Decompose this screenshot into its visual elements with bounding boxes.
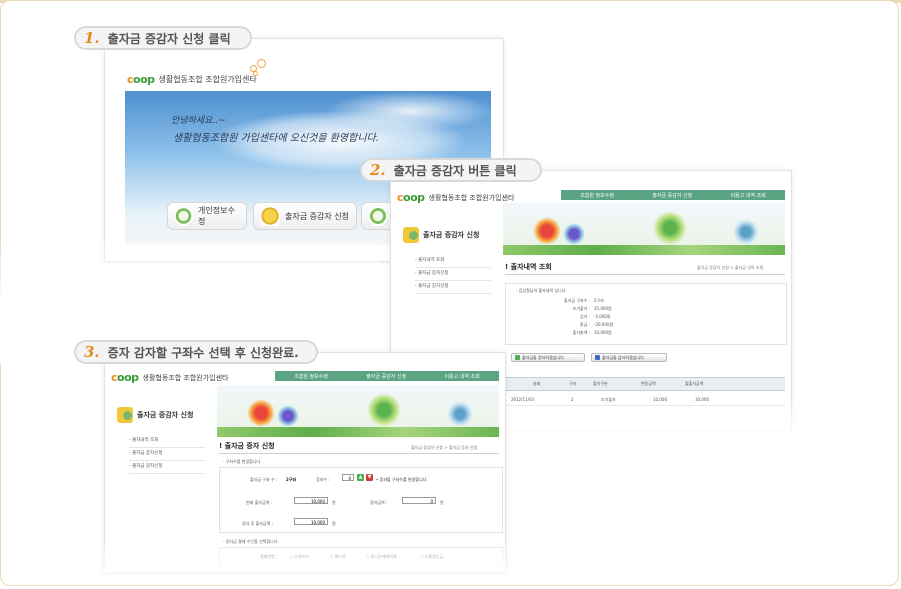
step-2-label: 2. 출자금 증감자 버튼 클릭	[360, 158, 542, 182]
section-accounts: - 구좌수를 변경합니다.	[223, 459, 262, 464]
org-name: 생활협동조합 조합원가입센타	[158, 75, 257, 84]
greeting-2: 생활협동조합원 가입센타에 오신것을 환영합니다.	[173, 133, 379, 144]
pay-option-card[interactable]: ○ 신용카드	[290, 554, 310, 560]
add-note: • 증좌할 구좌수를 변경합니다.	[376, 477, 428, 482]
history-table-header: 날짜 구좌 출자구분 변동금액 출출자금액	[505, 377, 785, 391]
side-menu-decrease[interactable]: - 출자금 감자신청	[415, 281, 491, 294]
nav-usage[interactable]: 이용고 내역 조회	[730, 192, 765, 199]
flower	[367, 393, 401, 427]
side-menu: - 출자내역 조회 - 출자금 증자신청 - 출자금 감자신청	[129, 435, 205, 474]
grass	[503, 245, 785, 255]
summary-list: 출자금 구좌수 :2구좌 조기출자 :35,000원 감자 : -5,000원 환…	[564, 298, 614, 335]
minus-icon	[595, 355, 600, 360]
flower	[247, 399, 275, 427]
summary-box: - 김상철님의 출자내역 입니다. 출자금 구좌수 :2구좌 조기출자 :35,…	[505, 283, 787, 345]
step-1-label: 1. 출자금 증감자 신청 클릭	[74, 26, 252, 50]
breadcrumb: 출자금 증감자 신청 > 출자금 내역 조회	[697, 265, 764, 270]
increase-capital-button[interactable]: 출자금을 증자하겠습니다	[511, 353, 585, 362]
side-menu: - 출자내역 조회 - 출자금 증자신청 - 출자금 감자신청	[415, 255, 491, 294]
pay-option-phone[interactable]: ○ 핸드폰	[330, 554, 346, 560]
coins-icon	[260, 206, 280, 226]
title-divider	[219, 453, 499, 454]
flower-banner	[217, 385, 499, 437]
title-divider	[505, 274, 785, 275]
top-nav: 조합원 정보수정 출자금 증감자 신청 이용고 내역 조회	[275, 371, 499, 381]
nav-capital[interactable]: 출자금 증감자 신청	[652, 192, 692, 199]
increase-amount-input: 0	[402, 497, 436, 504]
page-title: ! 출자금 증자 신청	[219, 442, 275, 450]
coop-logo: coop 생활협동조합 조합원가입센타	[397, 191, 514, 204]
coop-wordmark: coop	[397, 191, 425, 204]
section-payment: - 증자금 결제 수단을 선택합니다.	[223, 539, 279, 544]
pay-option-transfer[interactable]: ○ 실시간계좌이체	[366, 554, 397, 560]
flower-banner	[503, 203, 785, 255]
flower	[733, 219, 759, 245]
coop-wordmark: coop	[111, 371, 139, 384]
side-menu-increase[interactable]: - 출자금 증자신청	[415, 268, 491, 281]
org-name: 생활협동조합 조합원가입센타	[428, 193, 515, 202]
grass	[217, 427, 499, 437]
side-menu-history[interactable]: - 출자내역 조회	[129, 435, 205, 448]
coop-logo: coop 생활협동조합 조합원가입센타	[127, 73, 257, 86]
panel-step3-increase: coop 생활협동조합 조합원가입센타 조합원 정보수정 출자금 증감자 신청 …	[104, 352, 506, 572]
magnifier-icon	[368, 206, 388, 226]
flower	[533, 217, 561, 245]
nav-profile[interactable]: 조합원 정보수정	[580, 192, 614, 199]
coins-icon	[117, 407, 133, 423]
top-nav: 조합원 정보수정 출자금 증감자 신청 이용고 내역 조회	[561, 190, 785, 200]
org-name: 생활협동조합 조합원가입센타	[142, 373, 229, 382]
current-amount-input: 10,000	[294, 497, 328, 504]
nav-capital[interactable]: 출자금 증감자 신청	[366, 373, 406, 380]
payment-box: 결제방법 : ○ 신용카드 ○ 핸드폰 ○ 실시간계좌이체 ○ 무통장입금	[219, 547, 503, 567]
after-amount-input: 10,000	[294, 518, 328, 525]
side-header: 출자금 증감자 신청	[403, 227, 479, 243]
magnifier-icon	[174, 206, 194, 226]
flower	[447, 401, 473, 427]
decrement-button[interactable]: ▼	[366, 474, 373, 481]
increment-button[interactable]: ▲	[357, 474, 364, 481]
side-menu-decrease[interactable]: - 출자금 감자신청	[129, 461, 205, 474]
nav-usage[interactable]: 이용고 내역 조회	[444, 373, 479, 380]
flower	[653, 211, 687, 245]
coop-wordmark: coop	[127, 73, 155, 86]
cloud	[325, 91, 491, 131]
add-count-input[interactable]: 0	[342, 474, 354, 481]
decrease-capital-button[interactable]: 출자금을 감자하겠습니다	[591, 353, 667, 362]
profile-edit-button[interactable]: 개인정보수정	[167, 202, 247, 230]
plus-icon	[515, 355, 520, 360]
flower	[563, 223, 585, 245]
page-title: ! 출자내역 조회	[505, 263, 552, 271]
side-menu-increase[interactable]: - 출자금 증자신청	[129, 448, 205, 461]
greeting-1: 안녕하세요..~	[171, 116, 226, 126]
accounts-box: 출자금 구좌 수 : 2구좌 증좌수 : 0 ▲ ▼ • 증좌할 구좌수를 변경…	[219, 467, 503, 533]
pay-option-deposit[interactable]: ○ 무통장입금	[420, 554, 443, 560]
side-menu-history[interactable]: - 출자내역 조회	[415, 255, 491, 268]
capital-change-button[interactable]: 출자금 증감자 신청	[253, 202, 357, 230]
table-row: 2012/11/03 2 조기출자 10,000 10,000	[505, 395, 785, 406]
coins-icon	[403, 227, 419, 243]
flower	[277, 405, 299, 427]
summary-head: - 김상철님의 출자내역 입니다.	[516, 288, 567, 293]
coop-logo: coop 생활협동조합 조합원가입센타	[111, 371, 228, 384]
nav-profile[interactable]: 조합원 정보수정	[294, 373, 328, 380]
side-header: 출자금 증감자 신청	[117, 407, 193, 423]
step-3-label: 3. 증자 감자할 구좌수 선택 후 신청완료.	[74, 340, 318, 364]
breadcrumb: 출자금 증감자 신청 > 출자금 증자 신청	[411, 445, 478, 450]
